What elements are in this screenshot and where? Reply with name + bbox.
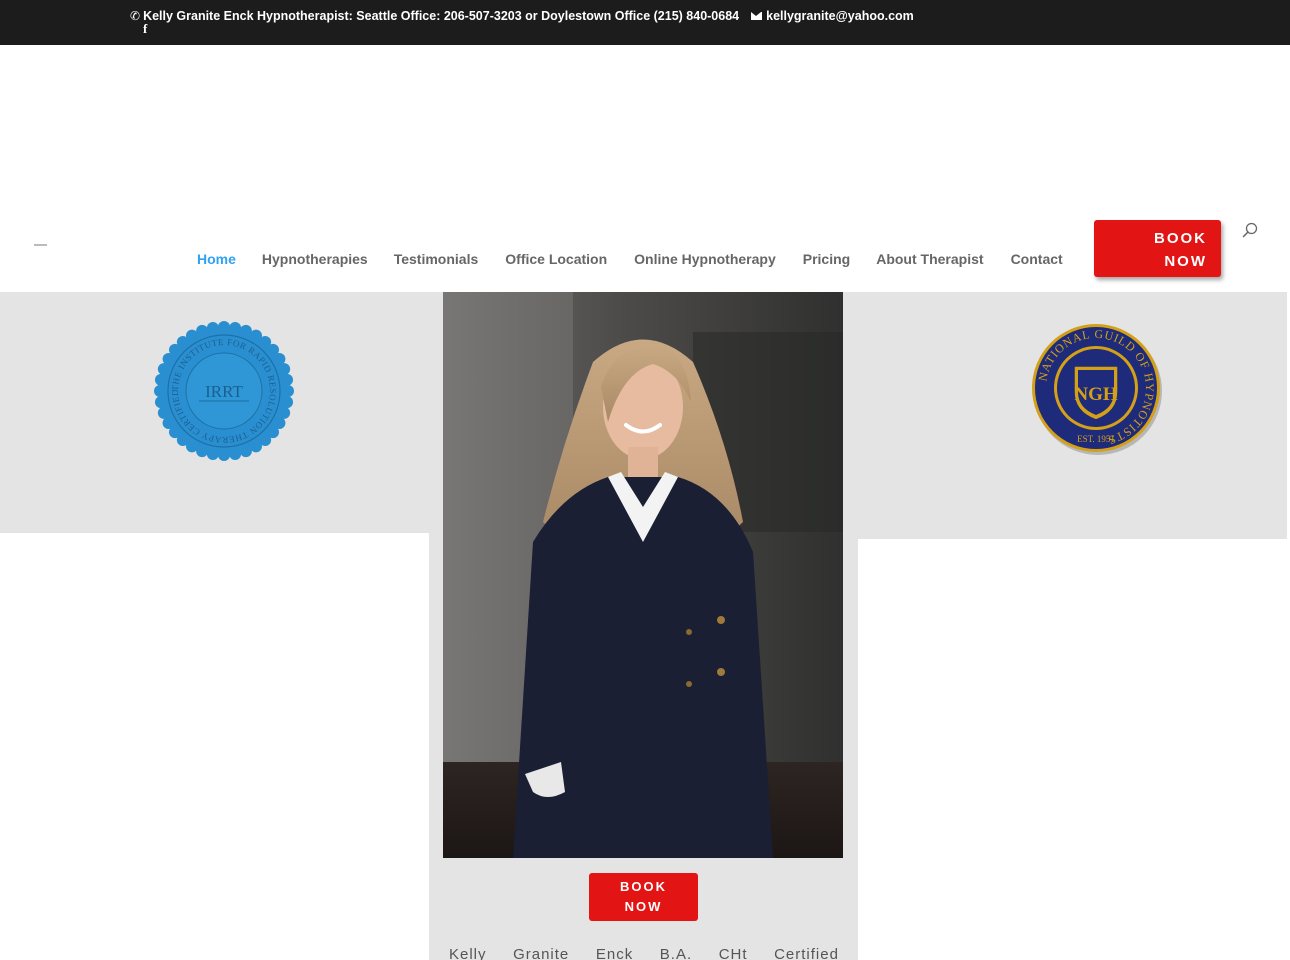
book-label-line2: NOW: [624, 899, 663, 914]
nav-hypnotherapies[interactable]: Hypnotherapies: [262, 251, 368, 267]
irrt-center-text: IRRT: [205, 382, 243, 401]
search-icon[interactable]: [1242, 222, 1258, 238]
nav-testimonials[interactable]: Testimonials: [394, 251, 479, 267]
nav-office-location[interactable]: Office Location: [505, 251, 607, 267]
book-label-line2: NOW: [1164, 253, 1207, 270]
book-label-line1: BOOK: [1154, 230, 1207, 247]
book-now-content-button[interactable]: BOOK NOW: [589, 873, 698, 921]
therapist-bio-heading: Kelly Granite Enck B.A. CHt Certified: [449, 946, 839, 960]
contact-info: ✆ Kelly Granite Enck Hypnotherapist: Sea…: [130, 9, 914, 23]
nav-about-therapist[interactable]: About Therapist: [876, 251, 983, 267]
bio-word: B.A.: [659, 946, 693, 960]
ngh-membership-seal: NATIONAL GUILD OF HYPNOTISTS NGH EST. 19…: [1032, 324, 1162, 455]
ngh-est-text: EST. 1951: [1077, 434, 1115, 444]
bio-word: Kelly: [449, 946, 487, 960]
email-text: kellygranite@yahoo.com: [766, 9, 914, 23]
email-link[interactable]: kellygranite@yahoo.com: [751, 9, 914, 23]
ngh-center-text: NGH: [1074, 384, 1118, 405]
bio-word: Certified: [774, 946, 839, 960]
main-nav: Home Hypnotherapies Testimonials Office …: [197, 251, 1063, 267]
bio-word: Granite: [513, 946, 570, 960]
envelope-icon: [751, 12, 763, 20]
irrt-certification-seal: THE INSTITUTE FOR RAPID RESOLUTION THERA…: [154, 321, 294, 461]
site-logo[interactable]: [34, 244, 47, 246]
nav-home[interactable]: Home: [197, 251, 236, 267]
book-label-line1: BOOK: [620, 879, 667, 894]
book-now-header-button[interactable]: BOOK NOW: [1094, 220, 1221, 277]
top-bar: ✆ Kelly Granite Enck Hypnotherapist: Sea…: [0, 0, 1290, 45]
bio-word: Enck: [595, 946, 634, 960]
therapist-photo: [443, 292, 843, 858]
contact-text: Kelly Granite Enck Hypnotherapist: Seatt…: [143, 9, 740, 23]
nav-online-hypnotherapy[interactable]: Online Hypnotherapy: [634, 251, 776, 267]
phone-icon: ✆: [130, 9, 141, 23]
nav-contact[interactable]: Contact: [1011, 251, 1063, 267]
bio-word: CHt: [718, 946, 748, 960]
nav-pricing[interactable]: Pricing: [803, 251, 850, 267]
facebook-icon[interactable]: f: [143, 21, 147, 37]
